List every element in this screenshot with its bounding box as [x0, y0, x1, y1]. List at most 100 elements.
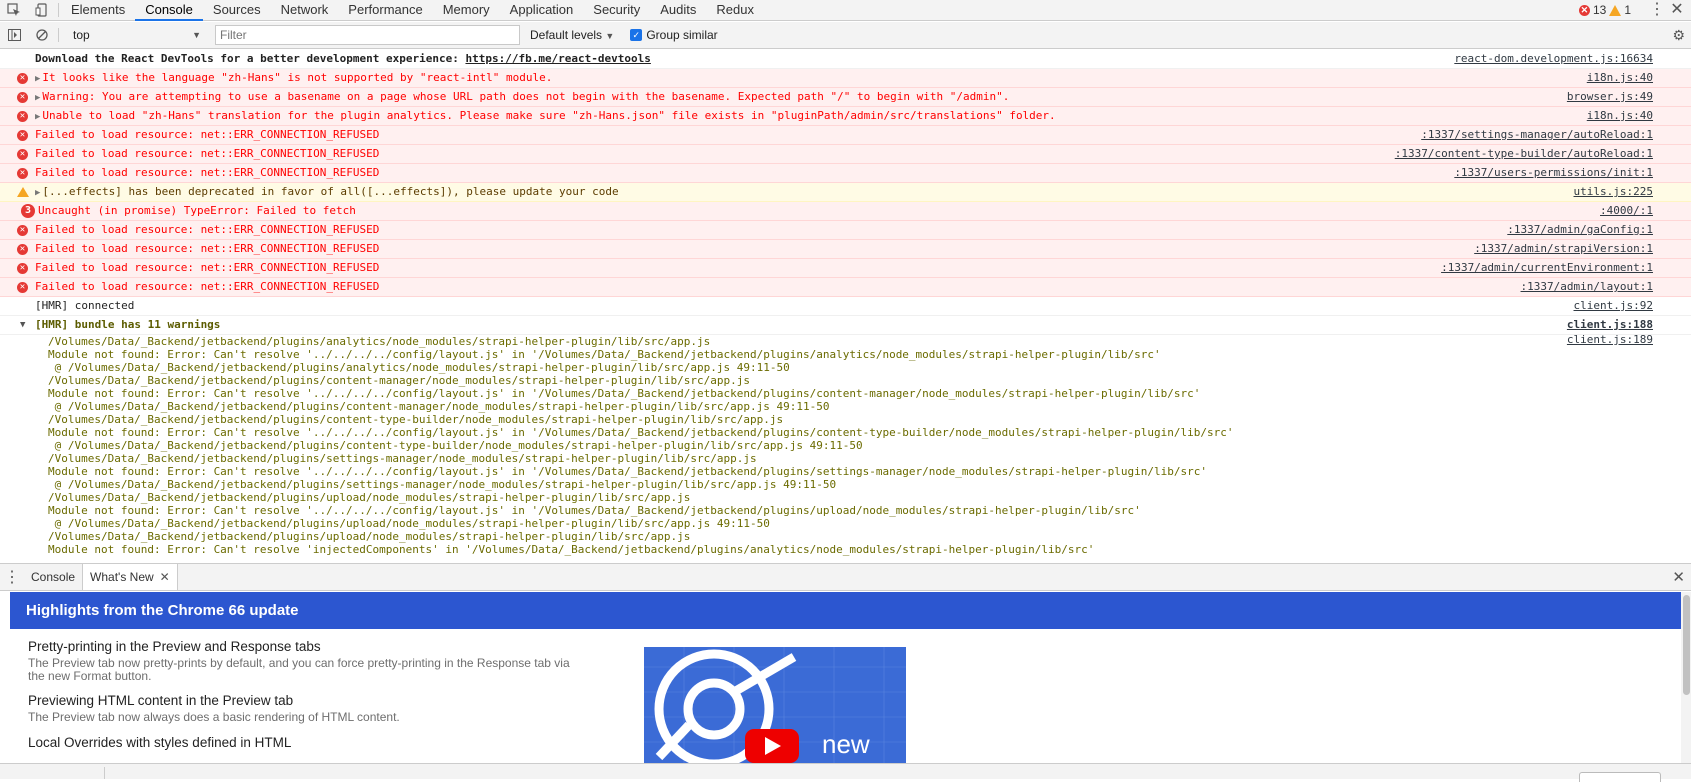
status-bar — [0, 763, 1691, 782]
expand-arrow-icon[interactable]: ▶ — [35, 188, 40, 198]
tab-redux[interactable]: Redux — [706, 0, 764, 21]
message-source-link[interactable]: :1337/admin/strapiVersion:1 — [1474, 240, 1653, 258]
dropdown-arrow-icon: ▼ — [605, 31, 615, 41]
tab-performance[interactable]: Performance — [338, 0, 432, 21]
console-message[interactable]: 3 Uncaught (in promise) TypeError: Failed… — [0, 202, 1691, 221]
error-icon: ✕ — [17, 149, 28, 160]
tab-network[interactable]: Network — [271, 0, 339, 21]
issue-counts[interactable]: ✕ 13 1 — [1578, 3, 1631, 17]
group-similar-label: Group similar — [646, 28, 718, 42]
message-source-link[interactable]: :1337/admin/layout:1 — [1521, 278, 1653, 296]
message-source-link[interactable]: :1337/content-type-builder/autoReload:1 — [1395, 145, 1653, 163]
repeat-count-badge: 3 — [21, 204, 35, 218]
close-tab-icon[interactable]: ✕ — [160, 564, 170, 590]
console-message[interactable]: [HMR] connected client.js:92 — [0, 297, 1691, 316]
message-source-link[interactable]: :1337/settings-manager/autoReload:1 — [1421, 126, 1653, 144]
group-line: Module not found: Error: Can't resolve '… — [48, 426, 1234, 439]
message-text: [...effects] has been deprecated in favo… — [42, 185, 619, 198]
console-message[interactable]: Download the React DevTools for a better… — [0, 50, 1691, 69]
filter-input[interactable] — [215, 25, 520, 45]
log-levels-dropdown[interactable]: Default levels ▼ — [530, 28, 614, 42]
console-message[interactable]: ✕ Failed to load resource: net::ERR_CONNE… — [0, 164, 1691, 183]
message-source-link[interactable]: utils.js:225 — [1574, 183, 1653, 201]
message-source-link[interactable]: react-dom.development.js:16634 — [1454, 50, 1653, 68]
toolbar-divider — [58, 3, 59, 17]
error-count-icon: ✕ — [1578, 4, 1590, 16]
group-line: Module not found: Error: Can't resolve '… — [48, 387, 1201, 400]
group-similar-checkbox[interactable]: ✓ — [630, 29, 643, 41]
message-source-link[interactable]: :4000/:1 — [1600, 202, 1653, 220]
message-source-link[interactable]: browser.js:49 — [1567, 88, 1653, 106]
message-source-link[interactable]: :1337/users-permissions/init:1 — [1454, 164, 1653, 182]
tab-audits[interactable]: Audits — [650, 0, 706, 21]
console-message[interactable]: ▼ [HMR] bundle has 11 warnings client.js:1… — [0, 316, 1691, 335]
group-similar-option[interactable]: ✓ Group similar — [630, 28, 718, 42]
hmr-warning-group: client.js:189 /Volumes/Data/_Backend/jet… — [0, 333, 1691, 556]
close-devtools-icon[interactable]: ✕ — [1669, 0, 1685, 20]
group-line: @ /Volumes/Data/_Backend/jetbackend/plug… — [48, 439, 863, 452]
console-message[interactable]: ▶ [...effects] has been deprecated in fav… — [0, 183, 1691, 202]
context-selector[interactable]: top ▼ — [67, 25, 207, 45]
group-line: /Volumes/Data/_Backend/jetbackend/plugin… — [48, 413, 784, 426]
customize-menu-icon[interactable]: ⋮ — [1649, 1, 1665, 19]
message-source-link[interactable]: :1337/admin/gaConfig:1 — [1507, 221, 1653, 239]
message-text: Failed to load resource: net::ERR_CONNEC… — [35, 223, 380, 236]
tab-application[interactable]: Application — [500, 0, 584, 21]
console-message[interactable]: ✕ ▶ Unable to load "zh-Hans" translation f… — [0, 107, 1691, 126]
expand-arrow-icon[interactable]: ▶ — [35, 93, 40, 103]
group-line: Module not found: Error: Can't resolve '… — [48, 543, 1095, 556]
console-message[interactable]: ✕ Failed to load resource: net::ERR_CONNE… — [0, 221, 1691, 240]
message-source-link[interactable]: i18n.js:40 — [1587, 69, 1653, 87]
status-button[interactable] — [1579, 772, 1661, 782]
feature-title[interactable]: Previewing HTML content in the Preview t… — [28, 693, 293, 708]
tab-sources[interactable]: Sources — [203, 0, 271, 21]
group-line: Module not found: Error: Can't resolve '… — [48, 504, 1141, 517]
feature-title[interactable]: Local Overrides with styles defined in H… — [28, 735, 291, 750]
message-text: Failed to load resource: net::ERR_CONNEC… — [35, 261, 380, 274]
console-message[interactable]: ✕ Failed to load resource: net::ERR_CONNE… — [0, 240, 1691, 259]
message-source-link[interactable]: :1337/admin/currentEnvironment:1 — [1441, 259, 1653, 277]
console-message[interactable]: ✕ Failed to load resource: net::ERR_CONNE… — [0, 259, 1691, 278]
tab-security[interactable]: Security — [583, 0, 650, 21]
message-link[interactable]: https://fb.me/react-devtools — [465, 52, 650, 65]
error-icon: ✕ — [17, 130, 28, 141]
console-settings-gear-icon[interactable]: ⚙ — [1672, 27, 1685, 44]
sidebar-toggle-icon[interactable] — [0, 25, 28, 46]
drawer-menu-icon[interactable]: ⋮ — [0, 567, 24, 587]
message-source-link[interactable]: i18n.js:40 — [1587, 107, 1653, 125]
message-text: [HMR] bundle has 11 warnings — [35, 318, 221, 331]
device-toolbar-icon[interactable] — [28, 0, 56, 21]
console-message[interactable]: ✕ ▶ It looks like the language "zh-Hans" i… — [0, 69, 1691, 88]
group-line: Module not found: Error: Can't resolve '… — [48, 465, 1207, 478]
message-source-link[interactable]: client.js:92 — [1574, 297, 1653, 315]
message-text: Unable to load "zh-Hans" translation for… — [42, 109, 1056, 122]
tab-elements[interactable]: Elements — [61, 0, 135, 21]
message-text: Download the React DevTools for a better… — [35, 52, 466, 65]
group-expand-arrow-icon[interactable]: ▼ — [20, 316, 25, 334]
clear-console-icon[interactable] — [28, 25, 56, 46]
expand-arrow-icon[interactable]: ▶ — [35, 112, 40, 122]
tab-memory[interactable]: Memory — [433, 0, 500, 21]
drawer-tab-console[interactable]: Console — [24, 564, 82, 590]
close-drawer-icon[interactable]: ✕ — [1672, 568, 1685, 586]
drawer-tab-whats-new[interactable]: What's New ✕ — [82, 564, 178, 590]
console-message[interactable]: ✕ Failed to load resource: net::ERR_CONNE… — [0, 278, 1691, 297]
console-message[interactable]: ✕ Failed to load resource: net::ERR_CONNE… — [0, 126, 1691, 145]
scrollbar-thumb[interactable] — [1683, 595, 1690, 695]
console-message[interactable]: ✕ ▶ Warning: You are attempting to use a b… — [0, 88, 1691, 107]
inspect-element-icon[interactable] — [0, 0, 28, 21]
group-line: /Volumes/Data/_Backend/jetbackend/plugin… — [48, 530, 691, 543]
context-value: top — [73, 28, 90, 42]
video-thumbnail[interactable]: new — [644, 647, 906, 763]
tab-console[interactable]: Console — [135, 0, 203, 21]
expand-arrow-icon[interactable]: ▶ — [35, 74, 40, 84]
message-source-link[interactable]: client.js:189 — [1567, 333, 1653, 346]
error-icon: ✕ — [17, 263, 28, 274]
group-line: /Volumes/Data/_Backend/jetbackend/plugin… — [48, 452, 757, 465]
drawer-tab-label: What's New — [90, 570, 154, 584]
feature-title[interactable]: Pretty-printing in the Preview and Respo… — [28, 639, 321, 654]
error-icon: ✕ — [17, 244, 28, 255]
message-source-link[interactable]: client.js:188 — [1567, 316, 1653, 334]
error-icon: ✕ — [17, 168, 28, 179]
console-message[interactable]: ✕ Failed to load resource: net::ERR_CONNE… — [0, 145, 1691, 164]
